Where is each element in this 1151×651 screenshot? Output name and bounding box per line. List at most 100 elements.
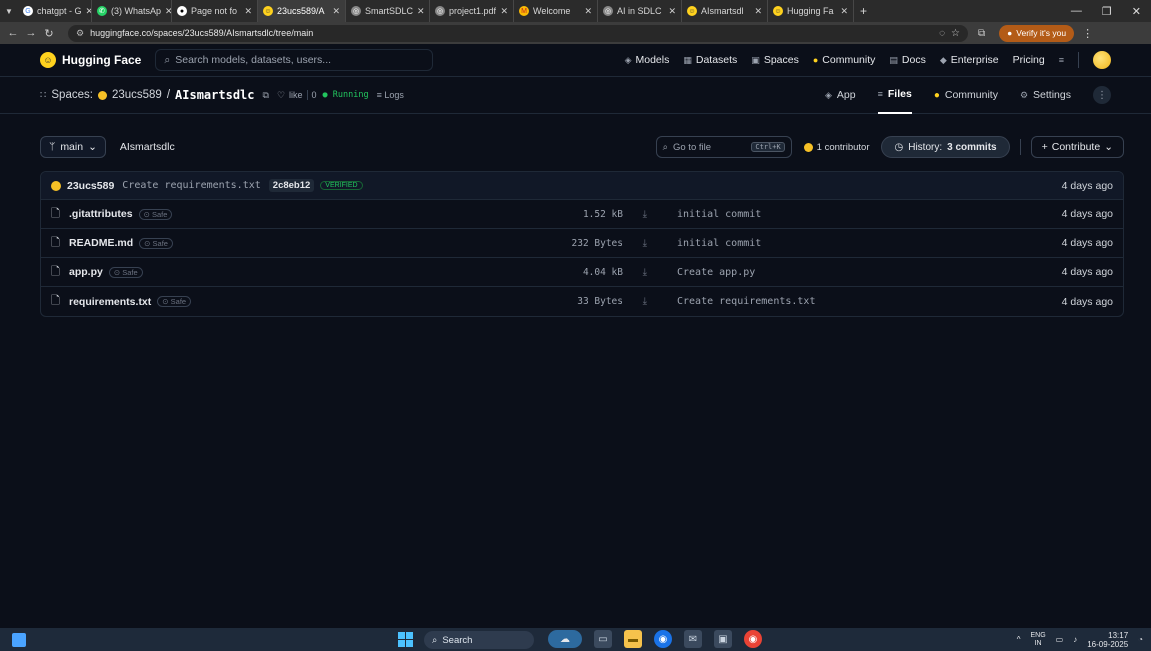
chrome-profile-icon[interactable]: ◉ [744, 630, 762, 648]
go-to-file-input[interactable]: ⌕ Go to file Ctrl+K [655, 136, 792, 158]
url-text[interactable]: huggingface.co/spaces/23ucs589/AIsmartsd… [90, 28, 933, 38]
close-icon[interactable]: ✕ [584, 6, 592, 17]
url-omnibox[interactable]: ⚙ huggingface.co/spaces/23ucs589/AIsmart… [68, 24, 968, 42]
browser-menu-icon[interactable]: ⋮ [1082, 27, 1093, 40]
tab-files[interactable]: ≡ Files [877, 77, 912, 114]
table-row[interactable]: 🗋 .gitattributes ⊙ Safe 1.52 kB ⤓ initia… [41, 200, 1123, 229]
tab-app[interactable]: ◈ App [825, 77, 856, 114]
browser-tab[interactable]: ◎ AI in SDLC ✕ [598, 0, 682, 22]
browser-tab[interactable]: ◎ project1.pdf ✕ [430, 0, 514, 22]
mail-icon[interactable]: ✉ [684, 630, 702, 648]
space-options-icon[interactable]: ⋮ [1093, 86, 1111, 104]
close-icon[interactable]: ✕ [668, 6, 676, 17]
close-window-icon[interactable]: ✕ [1132, 5, 1141, 18]
volume-icon[interactable]: ♪ [1073, 635, 1077, 644]
chrome-icon[interactable]: ◉ [654, 630, 672, 648]
tab-settings[interactable]: ⚙ Settings [1020, 77, 1071, 114]
browser-tab-active[interactable]: ☺ 23ucs589/A ✕ [258, 0, 346, 22]
maximize-icon[interactable]: ❐ [1102, 5, 1112, 18]
nav-pricing[interactable]: Pricing [1013, 54, 1045, 66]
nav-datasets[interactable]: ▦ Datasets [683, 54, 737, 66]
download-icon[interactable]: ⤓ [643, 209, 647, 220]
minimize-icon[interactable]: — [1071, 5, 1082, 17]
nav-docs[interactable]: ▤ Docs [889, 54, 925, 66]
table-row[interactable]: 🗋 requirements.txt ⊙ Safe 33 Bytes ⤓ Cre… [41, 287, 1123, 316]
network-icon[interactable]: ▭ [1056, 635, 1064, 644]
file-name[interactable]: .gitattributes [69, 208, 133, 220]
close-icon[interactable]: ✕ [332, 6, 340, 17]
download-icon[interactable]: ⤓ [643, 267, 647, 278]
hf-search-input[interactable]: ⌕ Search models, datasets, users... [155, 49, 434, 71]
close-icon[interactable]: ✕ [165, 6, 171, 17]
close-icon[interactable]: ✕ [840, 6, 848, 17]
browser-tab[interactable]: ● Page not fo ✕ [172, 0, 258, 22]
nav-models[interactable]: ◈ Models [625, 54, 670, 66]
browser-tab[interactable]: ✆ (3) WhatsAp ✕ [92, 0, 172, 22]
clock[interactable]: 13:17 16-09-2025 [1087, 631, 1128, 649]
task-view-icon[interactable]: ▭ [594, 630, 612, 648]
browser-tab[interactable]: ☺ AIsmartsdl ✕ [682, 0, 768, 22]
extensions-icon[interactable]: ⧉ [978, 28, 985, 39]
nav-more-menu[interactable]: ≡ [1059, 55, 1064, 65]
eye-off-icon[interactable]: ◌ [939, 28, 945, 39]
taskbar-search[interactable]: ⌕ Search [424, 631, 534, 649]
clock-time: 13:17 [1108, 630, 1129, 640]
language-indicator[interactable]: ENG IN [1031, 632, 1046, 648]
file-explorer-icon[interactable]: ▬ [624, 630, 642, 648]
browser-tab[interactable]: ◎ SmartSDLC ✕ [346, 0, 430, 22]
bookmark-star-icon[interactable]: ☆ [951, 28, 960, 39]
like-button[interactable]: ♡ like 0 [277, 90, 317, 101]
store-icon[interactable]: ▣ [714, 630, 732, 648]
branch-selector[interactable]: ᛘ main ⌄ [40, 136, 106, 158]
browser-tab[interactable]: G chatgpt - G ✕ [18, 0, 92, 22]
path-root[interactable]: AIsmartsdlc [120, 141, 175, 153]
browser-tab[interactable]: ☺ Hugging Fa ✕ [768, 0, 854, 22]
file-commit-message[interactable]: Create requirements.txt [677, 296, 815, 307]
new-tab-button[interactable]: + [854, 4, 873, 18]
file-name[interactable]: app.py [69, 266, 103, 278]
download-icon[interactable]: ⤓ [643, 296, 647, 307]
reload-icon[interactable]: ↻ [40, 27, 58, 40]
close-icon[interactable]: ✕ [500, 6, 508, 17]
space-repo-link[interactable]: AIsmartsdlc [175, 88, 254, 102]
contribute-button[interactable]: + Contribute ⌄ [1030, 136, 1124, 158]
download-icon[interactable]: ⤓ [643, 238, 647, 249]
nav-community[interactable]: ● Community [813, 54, 876, 66]
logs-button[interactable]: ≡ Logs [377, 90, 404, 100]
nav-enterprise[interactable]: ◆ Enterprise [940, 54, 999, 66]
start-button[interactable] [398, 632, 413, 647]
user-avatar[interactable] [1093, 51, 1111, 69]
space-owner-link[interactable]: 23ucs589 [112, 89, 162, 101]
nav-spaces[interactable]: ▣ Spaces [751, 54, 799, 66]
commit-hash[interactable]: 2c8eb12 [268, 179, 315, 192]
close-icon[interactable]: ✕ [754, 6, 762, 17]
browser-tab[interactable]: M Welcome ✕ [514, 0, 598, 22]
contributors-link[interactable]: 1 contributor [803, 142, 869, 153]
hf-logo[interactable]: ☺ Hugging Face [40, 52, 141, 68]
file-commit-message[interactable]: initial commit [677, 238, 761, 249]
whatsapp-icon: ✆ [97, 6, 107, 16]
file-name[interactable]: requirements.txt [69, 296, 151, 308]
file-commit-message[interactable]: initial commit [677, 209, 761, 220]
spaces-label[interactable]: Spaces: [51, 89, 93, 101]
commit-message[interactable]: Create requirements.txt [122, 180, 260, 191]
back-icon[interactable]: ← [4, 27, 22, 39]
commit-author[interactable]: 23ucs589 [67, 180, 114, 192]
notification-icon[interactable]: ◔ [1138, 635, 1143, 644]
close-icon[interactable]: ✕ [417, 6, 425, 17]
widgets-icon[interactable] [12, 632, 26, 647]
site-settings-icon[interactable]: ⚙ [76, 28, 84, 39]
tab-search-icon[interactable]: ▼ [0, 0, 18, 22]
history-button[interactable]: ◷ History: 3 commits [881, 136, 1010, 158]
close-icon[interactable]: ✕ [244, 6, 252, 17]
copy-icon[interactable]: ⧉ [263, 90, 269, 101]
file-commit-message[interactable]: Create app.py [677, 267, 755, 278]
tab-community[interactable]: ● Community [934, 77, 998, 114]
chevron-up-icon[interactable]: ^ [1017, 635, 1021, 644]
table-row[interactable]: 🗋 app.py ⊙ Safe 4.04 kB ⤓ Create app.py … [41, 258, 1123, 287]
weather-widget-icon[interactable]: ☁ [548, 630, 582, 648]
file-name[interactable]: README.md [69, 237, 133, 249]
forward-icon[interactable]: → [22, 27, 40, 39]
verify-identity-button[interactable]: ● Verify it's you [999, 24, 1075, 42]
table-row[interactable]: 🗋 README.md ⊙ Safe 232 Bytes ⤓ initial c… [41, 229, 1123, 258]
